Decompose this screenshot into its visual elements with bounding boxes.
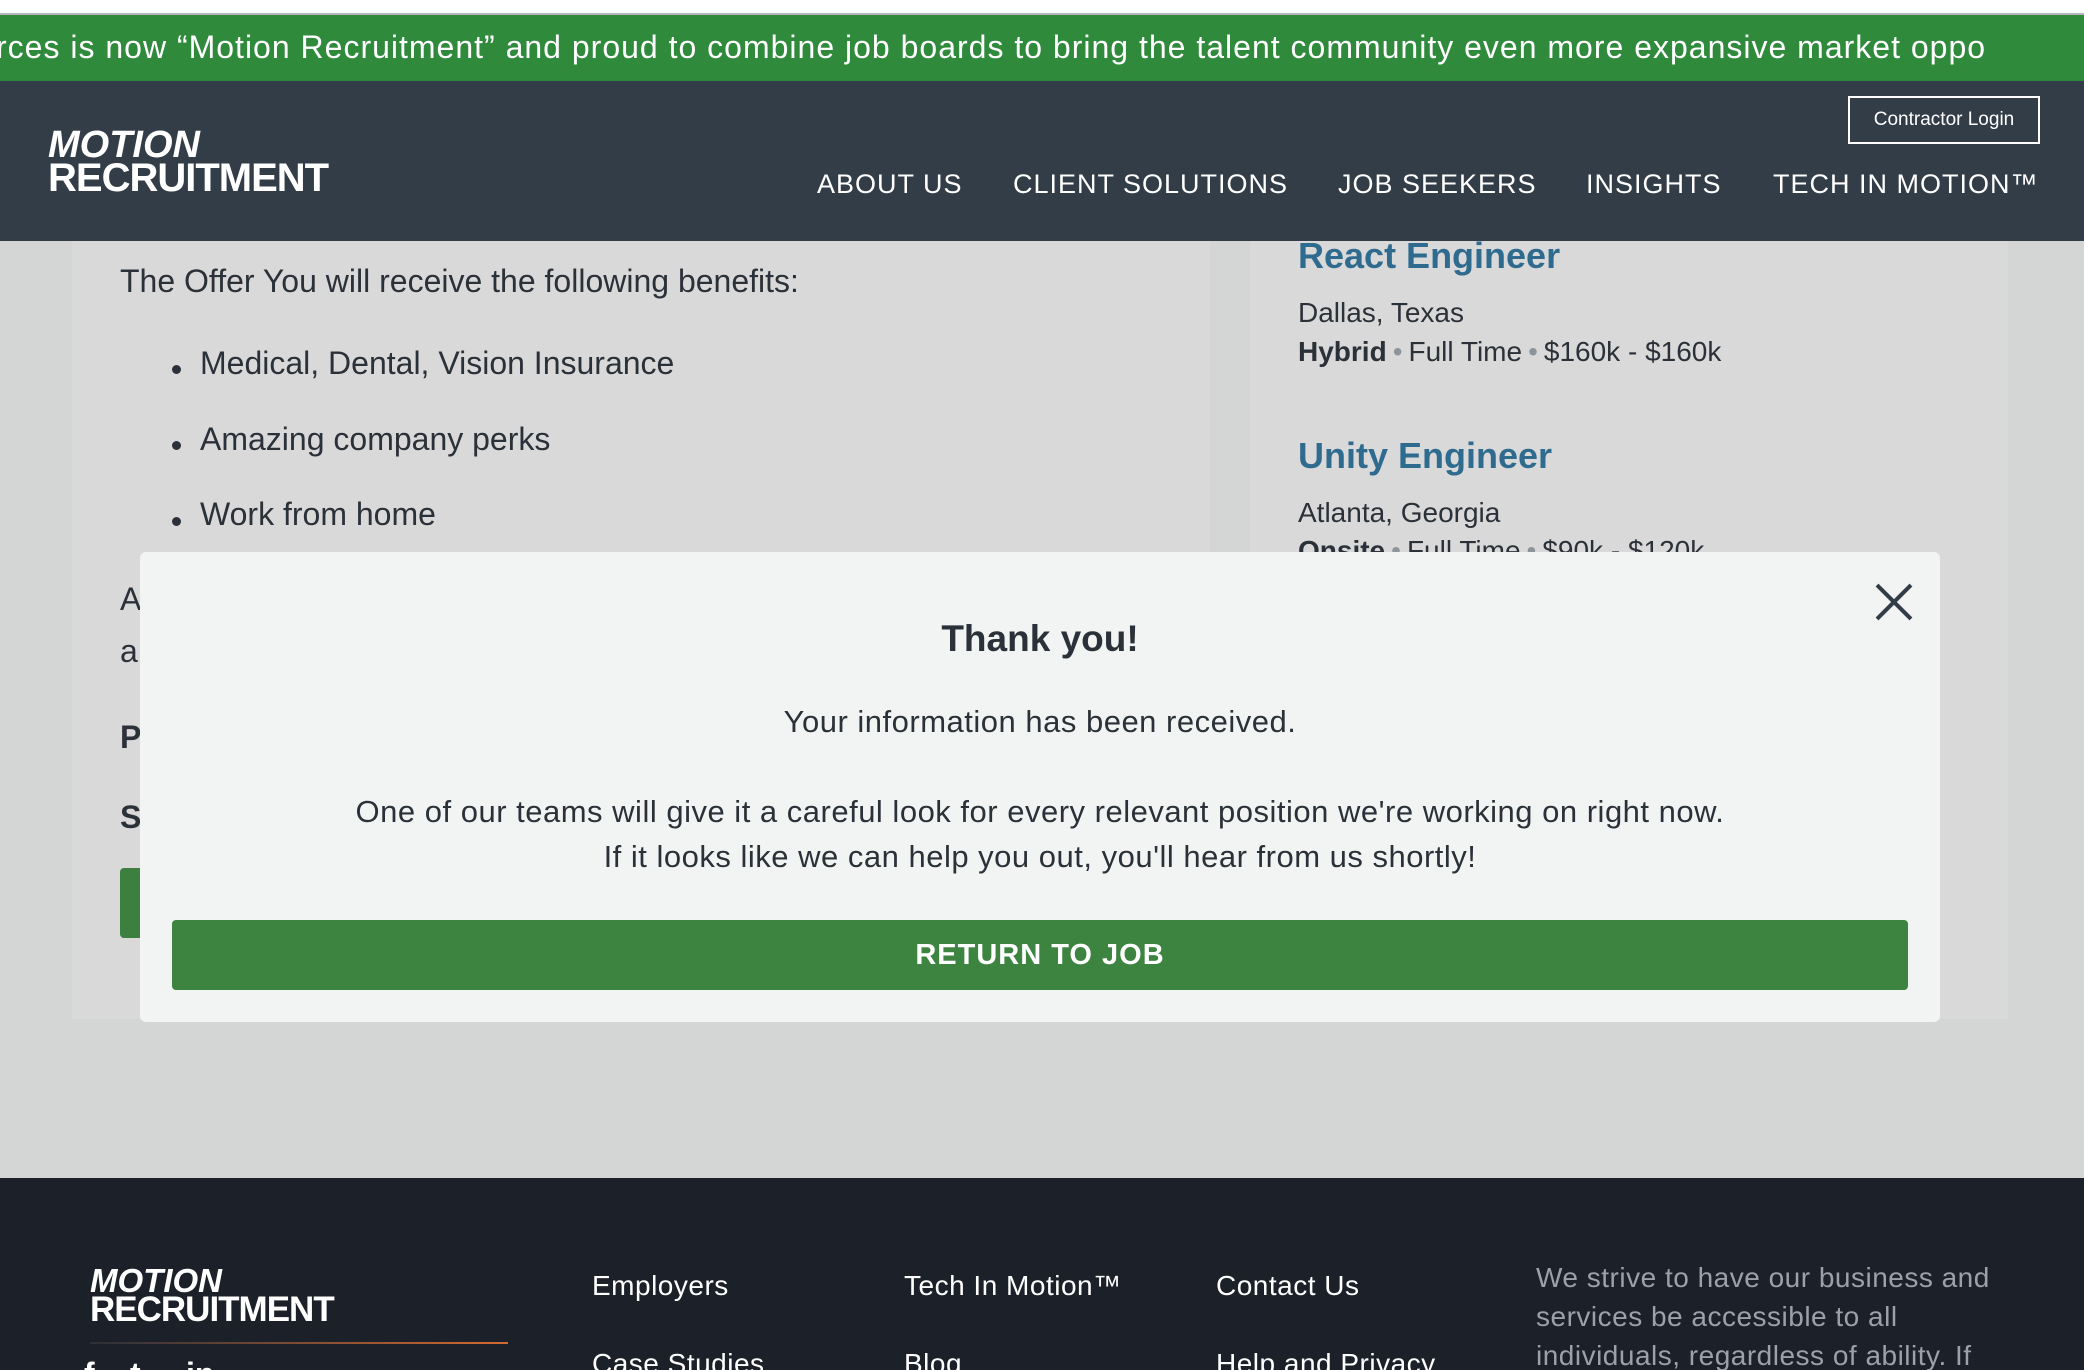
- obscured-text: A: [120, 581, 142, 617]
- footer-link-blog[interactable]: Blog: [904, 1348, 962, 1370]
- ticker-text: rces is now “Motion Recruitment” and pro…: [0, 29, 1987, 65]
- footer-link-tech-in-motion[interactable]: Tech In Motion™: [904, 1270, 1122, 1302]
- nav-insights[interactable]: INSIGHTS: [1586, 169, 1722, 200]
- footer-link-employers[interactable]: Employers: [592, 1270, 729, 1302]
- modal-title: Thank you!: [941, 618, 1139, 659]
- bullet-icon: [172, 441, 181, 450]
- benefit-item: Work from home: [200, 496, 436, 532]
- footer-link-contact-us[interactable]: Contact Us: [1216, 1270, 1360, 1302]
- job-salary: $160k - $160k: [1543, 336, 1722, 367]
- footer-logo[interactable]: MOTION RECRUITMENT: [90, 1264, 335, 1329]
- obscured-heading: P: [120, 719, 142, 755]
- job-work-mode: Hybrid: [1298, 336, 1387, 367]
- benefit-item: Medical, Dental, Vision Insurance: [200, 345, 675, 381]
- nav-tech-in-motion[interactable]: TECH IN MOTION™: [1773, 169, 2039, 200]
- bullet-icon: [172, 517, 181, 526]
- modal-received-text: Your information has been received.: [783, 704, 1297, 739]
- thank-you-modal: Thank you! Your information has been rec…: [140, 552, 1940, 1022]
- job-title-link[interactable]: React Engineer: [1298, 235, 1560, 277]
- facebook-icon[interactable]: f: [84, 1356, 95, 1370]
- logo-line-recruitment: RECRUITMENT: [90, 1290, 335, 1329]
- footer-link-help-privacy[interactable]: Help and Privacy: [1216, 1348, 1436, 1370]
- nav-client-solutions[interactable]: CLIENT SOLUTIONS: [1013, 169, 1288, 200]
- modal-body-line-2: If it looks like we can help you out, yo…: [603, 839, 1477, 874]
- contractor-login-button[interactable]: Contractor Login: [1848, 96, 2040, 144]
- bullet-icon: [172, 365, 181, 374]
- obscured-heading: S: [120, 799, 142, 835]
- footer-divider: [90, 1342, 508, 1344]
- job-location: Atlanta, Georgia: [1298, 497, 1501, 528]
- nav-job-seekers[interactable]: JOB SEEKERS: [1338, 169, 1537, 200]
- site-header: MOTION RECRUITMENT Contractor Login ABOU…: [0, 81, 2084, 241]
- job-meta: Hybrid • Full Time • $160k - $160k: [1298, 336, 1722, 367]
- job-type: Full Time: [1408, 336, 1523, 367]
- nav-about-us[interactable]: ABOUT US: [817, 169, 963, 200]
- footer-link-case-studies[interactable]: Case Studies: [592, 1348, 765, 1370]
- site-footer: MOTION RECRUITMENT f t in Employers Case…: [0, 1178, 2084, 1370]
- job-title-link[interactable]: Unity Engineer: [1298, 435, 1552, 477]
- twitter-icon[interactable]: t: [130, 1356, 141, 1370]
- modal-body-line-1: One of our teams will give it a careful …: [355, 794, 1725, 829]
- logo-line-recruitment: RECRUITMENT: [48, 156, 329, 200]
- benefit-item: Amazing company perks: [200, 421, 551, 457]
- offer-text: The Offer You will receive the following…: [120, 263, 799, 299]
- header-logo[interactable]: MOTION RECRUITMENT: [48, 126, 329, 200]
- return-to-job-button[interactable]: RETURN TO JOB: [172, 920, 1908, 990]
- linkedin-icon[interactable]: in: [186, 1356, 214, 1370]
- job-location: Dallas, Texas: [1298, 297, 1465, 328]
- obscured-text: a: [120, 633, 138, 669]
- announcement-ticker: rces is now “Motion Recruitment” and pro…: [0, 15, 2084, 81]
- browser-top-strip: [0, 0, 2084, 15]
- accessibility-note: We strive to have our business and servi…: [1536, 1262, 1990, 1370]
